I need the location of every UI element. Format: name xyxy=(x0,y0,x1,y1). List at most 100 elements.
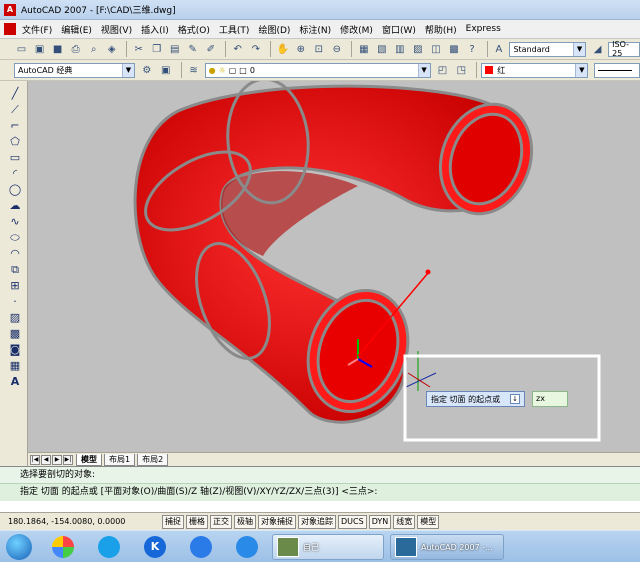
security-shield-icon[interactable] xyxy=(190,536,212,558)
color-select[interactable]: 红 ▼ xyxy=(481,62,589,78)
pan-icon[interactable]: ✋ xyxy=(275,41,290,57)
sync-app-icon[interactable] xyxy=(98,536,120,558)
make-block-icon[interactable]: ⊞ xyxy=(8,279,22,293)
browser-icon[interactable] xyxy=(52,536,74,558)
menu-insert[interactable]: 插入(I) xyxy=(141,23,169,36)
dynamic-input-field[interactable]: zx xyxy=(532,391,568,407)
osnap-toggle[interactable]: 对象捕捉 xyxy=(258,514,296,529)
taskbar-item-autocad[interactable]: AutoCAD 2007 -... xyxy=(390,534,504,560)
layer-previous-icon[interactable]: ◳ xyxy=(453,62,469,78)
save-icon[interactable]: ■ xyxy=(50,41,65,57)
polygon-icon[interactable]: ⬠ xyxy=(8,135,22,149)
menu-tools[interactable]: 工具(T) xyxy=(219,23,250,36)
ellipse-icon[interactable]: ⬭ xyxy=(8,231,22,245)
video-player-icon[interactable] xyxy=(236,536,258,558)
dyn-toggle[interactable]: DYN xyxy=(368,514,392,529)
command-prompt-line[interactable]: 指定 切面 的起点或 [平面对象(O)/曲面(S)/Z 轴(Z)/视图(V)/X… xyxy=(0,484,640,501)
paste-icon[interactable]: ▤ xyxy=(167,41,182,57)
dim-style-select[interactable]: ISO-25 xyxy=(608,40,640,58)
coordinate-readout[interactable]: 180.1864, -154.0080, 0.0000 xyxy=(8,517,162,526)
last-tab-icon[interactable]: ▶| xyxy=(63,454,73,465)
undo-icon[interactable]: ↶ xyxy=(230,41,245,57)
lineweight-toggle[interactable]: 线宽 xyxy=(393,514,416,529)
menu-modify[interactable]: 修改(M) xyxy=(340,23,373,36)
calculator-icon[interactable]: ▩ xyxy=(446,41,461,57)
linetype-select[interactable] xyxy=(594,62,640,78)
taskbar-item-photo[interactable]: 自己 xyxy=(272,534,384,560)
tool-palettes-icon[interactable]: ▥ xyxy=(392,41,407,57)
region-icon[interactable]: ◙ xyxy=(8,343,22,357)
mtext-icon[interactable]: A xyxy=(8,375,22,389)
arc-icon[interactable]: ◜ xyxy=(8,167,22,181)
chevron-down-icon[interactable]: ▼ xyxy=(417,63,430,77)
ducs-toggle[interactable]: DUCS xyxy=(338,514,367,529)
tab-layout1[interactable]: 布局1 xyxy=(104,453,136,466)
command-window[interactable]: 选择要剖切的对象: 指定 切面 的起点或 [平面对象(O)/曲面(S)/Z 轴(… xyxy=(0,466,640,513)
menu-dimension[interactable]: 标注(N) xyxy=(299,23,331,36)
chevron-down-icon[interactable]: ▼ xyxy=(121,63,134,77)
menu-draw[interactable]: 绘图(D) xyxy=(258,23,290,36)
text-style-select[interactable]: Standard ▼ xyxy=(509,41,587,57)
k-app-icon[interactable]: K xyxy=(144,536,166,558)
match-properties-icon[interactable]: ✎ xyxy=(185,41,200,57)
xline-icon[interactable]: ⟋ xyxy=(8,103,22,117)
block-editor-icon[interactable]: ✐ xyxy=(203,41,218,57)
drawing-viewport[interactable]: 指定 切面 的起点或 ↓ zx xyxy=(28,81,640,452)
rectangle-icon[interactable]: ▭ xyxy=(8,151,22,165)
redo-icon[interactable]: ↷ xyxy=(248,41,263,57)
zoom-window-icon[interactable]: ⊡ xyxy=(311,41,326,57)
autocad-app-icon[interactable]: A xyxy=(4,3,16,16)
previous-tab-icon[interactable]: ◀ xyxy=(41,454,51,465)
open-file-icon[interactable]: ▣ xyxy=(32,41,47,57)
layer-manager-icon[interactable]: ≋ xyxy=(186,62,202,78)
revcloud-icon[interactable]: ☁ xyxy=(8,199,22,213)
menu-format[interactable]: 格式(O) xyxy=(178,23,210,36)
sheet-set-icon[interactable]: ▨ xyxy=(410,41,425,57)
gradient-icon[interactable]: ▩ xyxy=(8,327,22,341)
help-icon[interactable]: ? xyxy=(464,41,479,57)
publish-icon[interactable]: ◈ xyxy=(104,41,119,57)
markup-icon[interactable]: ◫ xyxy=(428,41,443,57)
menu-view[interactable]: 视图(V) xyxy=(101,23,132,36)
grid-toggle[interactable]: 栅格 xyxy=(186,514,208,529)
menu-file[interactable]: 文件(F) xyxy=(22,23,52,36)
layer-select[interactable]: ● ☼ ▢ □ 0 ▼ xyxy=(204,62,431,78)
copy-icon[interactable]: ❐ xyxy=(149,41,164,57)
print-preview-icon[interactable]: ⌕ xyxy=(86,41,101,57)
make-current-layer-icon[interactable]: ◰ xyxy=(435,62,451,78)
otrack-toggle[interactable]: 对象追踪 xyxy=(298,514,336,529)
point-icon[interactable]: · xyxy=(8,295,22,309)
workspace-save-icon[interactable]: ▣ xyxy=(158,62,174,78)
first-tab-icon[interactable]: |◀ xyxy=(30,454,40,465)
model-toggle[interactable]: 模型 xyxy=(417,514,440,529)
ellipse-arc-icon[interactable]: ◠ xyxy=(8,247,22,261)
chevron-down-icon[interactable]: ▼ xyxy=(575,63,588,77)
document-icon[interactable] xyxy=(4,23,16,35)
zoom-realtime-icon[interactable]: ⊕ xyxy=(293,41,308,57)
zoom-previous-icon[interactable]: ⊖ xyxy=(329,41,344,57)
properties-icon[interactable]: ▦ xyxy=(356,41,371,57)
table-icon[interactable]: ▦ xyxy=(8,359,22,373)
chevron-down-icon[interactable]: ▼ xyxy=(573,42,586,56)
spline-icon[interactable]: ∿ xyxy=(8,215,22,229)
hatch-icon[interactable]: ▨ xyxy=(8,311,22,325)
polyline-icon[interactable]: ⌐ xyxy=(8,119,22,133)
menu-edit[interactable]: 编辑(E) xyxy=(61,23,92,36)
snap-toggle[interactable]: 捕捉 xyxy=(162,514,184,529)
design-center-icon[interactable]: ▧ xyxy=(374,41,389,57)
workspace-settings-icon[interactable]: ⚙ xyxy=(139,62,155,78)
insert-block-icon[interactable]: ⧉ xyxy=(8,263,22,277)
tooltip-options-dropdown[interactable]: ↓ xyxy=(510,394,521,404)
polar-toggle[interactable]: 极轴 xyxy=(234,514,256,529)
cut-icon[interactable]: ✂ xyxy=(131,41,146,57)
menu-help[interactable]: 帮助(H) xyxy=(425,23,457,36)
menu-express[interactable]: Express xyxy=(466,24,501,34)
new-file-icon[interactable]: ▭ xyxy=(14,41,29,57)
line-icon[interactable]: ╱ xyxy=(8,87,22,101)
ortho-toggle[interactable]: 正交 xyxy=(210,514,232,529)
tab-layout2[interactable]: 布局2 xyxy=(137,453,169,466)
start-button-icon[interactable] xyxy=(6,534,32,560)
workspace-select[interactable]: AutoCAD 经典 ▼ xyxy=(14,62,135,78)
print-icon[interactable]: ⎙ xyxy=(68,41,83,57)
menu-window[interactable]: 窗口(W) xyxy=(382,23,416,36)
